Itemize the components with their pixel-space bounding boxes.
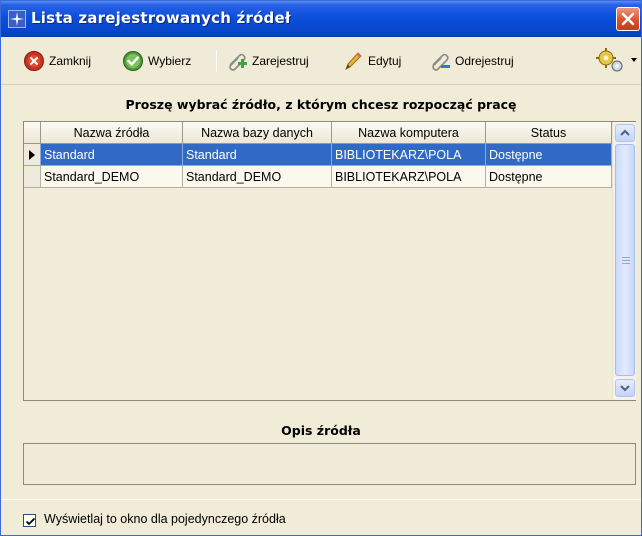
config-gears-icon: [593, 48, 639, 78]
column-header-database-name[interactable]: Nazwa bazy danych: [183, 122, 332, 144]
column-header-status[interactable]: Status: [486, 122, 612, 144]
register-label: Zarejestruj: [252, 54, 309, 68]
window-title: Lista zarejestrowanych źródeł: [31, 9, 291, 27]
grid-header: Nazwa źródła Nazwa bazy danych Nazwa kom…: [24, 122, 612, 144]
cell-status[interactable]: Dostępne: [486, 166, 612, 188]
vertical-scrollbar[interactable]: [612, 122, 636, 400]
single-source-checkbox-label[interactable]: Wyświetlaj to okno dla pojedynczego źród…: [44, 512, 286, 526]
select-button[interactable]: Wybierz: [122, 50, 191, 72]
scroll-up-button[interactable]: [615, 124, 635, 142]
chevron-up-icon: [620, 129, 630, 136]
column-header-computer-name[interactable]: Nazwa komputera: [332, 122, 486, 144]
edit-button[interactable]: Edytuj: [342, 50, 401, 72]
choose-source-label: Proszę wybrać źródło, z którym chcesz ro…: [125, 97, 517, 112]
description-label: Opis źródła: [281, 423, 361, 438]
unregister-button[interactable]: Odrejestruj: [429, 50, 514, 72]
sources-grid[interactable]: Nazwa źródła Nazwa bazy danych Nazwa kom…: [23, 121, 636, 401]
window: Lista zarejestrowanych źródeł Zamknij Wy…: [0, 0, 642, 536]
config-button[interactable]: [593, 47, 639, 75]
cell-computer-name[interactable]: BIBLIOTEKARZ\POLA: [332, 144, 486, 166]
table-row[interactable]: Standard Standard BIBLIOTEKARZ\POLA Dost…: [24, 144, 612, 166]
select-label: Wybierz: [148, 54, 192, 68]
row-indicator: [24, 144, 41, 166]
column-header-source-name[interactable]: Nazwa źródła: [41, 122, 183, 144]
window-close-button[interactable]: [616, 7, 640, 31]
scroll-down-button[interactable]: [615, 379, 635, 397]
cell-source-name[interactable]: Standard_DEMO: [41, 166, 183, 188]
description-box: [23, 443, 636, 485]
cell-computer-name[interactable]: BIBLIOTEKARZ\POLA: [332, 166, 486, 188]
title-bar[interactable]: Lista zarejestrowanych źródeł: [1, 1, 641, 37]
table-row[interactable]: Standard_DEMO Standard_DEMO BIBLIOTEKARZ…: [24, 166, 612, 188]
close-label: Zamknij: [49, 54, 92, 68]
close-circle-icon: [23, 50, 45, 72]
cell-database-name[interactable]: Standard_DEMO: [183, 166, 332, 188]
close-button[interactable]: Zamknij: [23, 50, 91, 72]
row-pointer-icon: [29, 150, 35, 160]
app-icon: [8, 10, 26, 28]
row-indicator: [24, 166, 41, 188]
indicator-header: [24, 122, 41, 144]
chevron-down-icon: [620, 385, 630, 392]
checkmark-icon: [25, 517, 36, 526]
register-button[interactable]: Zarejestruj: [226, 50, 309, 72]
check-circle-icon: [122, 50, 144, 72]
cell-database-name[interactable]: Standard: [183, 144, 332, 166]
footer-divider: [1, 499, 641, 500]
unregister-label: Odrejestruj: [455, 54, 514, 68]
edit-label: Edytuj: [368, 54, 402, 68]
cell-source-name[interactable]: Standard: [41, 144, 183, 166]
paperclip-icon: [429, 50, 451, 72]
single-source-checkbox[interactable]: [23, 514, 36, 527]
register-clip-icon: [226, 50, 248, 72]
scroll-thumb[interactable]: [615, 144, 635, 376]
toolbar: Zamknij Wybierz Zarejestruj Edytuj Odrej…: [1, 37, 641, 85]
toolbar-separator: [216, 50, 217, 72]
cell-status[interactable]: Dostępne: [486, 144, 612, 166]
pencil-icon: [342, 50, 364, 72]
